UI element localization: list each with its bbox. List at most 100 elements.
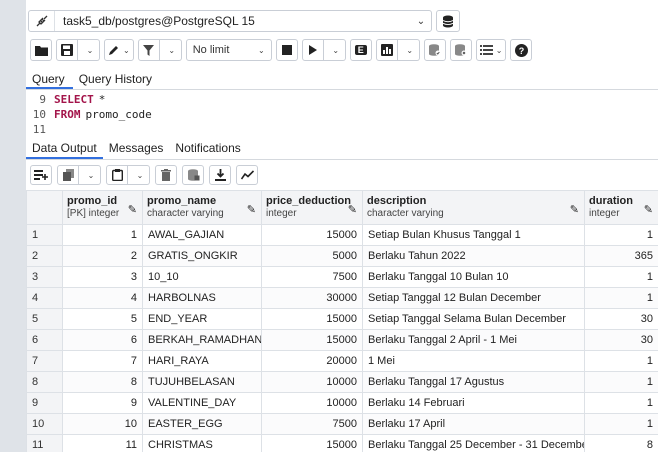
execute-dropdown-button[interactable]: ⌄ (323, 39, 346, 61)
table-row[interactable]: 3 3 10_10 7500 Berlaku Tanggal 10 Bulan 10 1 (26, 266, 658, 288)
table-row[interactable]: 4 4 HARBOLNAS 30000 Setiap Tanggal 12 Bulan … (26, 287, 658, 309)
row-number-cell[interactable]: 6 (26, 329, 63, 351)
promo-name-cell[interactable]: EASTER_EGG (142, 413, 262, 435)
column-header-price-deduction[interactable]: price_deduction integer ✎ (261, 190, 363, 225)
description-cell[interactable]: Setiap Tanggal 12 Bulan December (362, 287, 585, 309)
row-number-cell[interactable]: 2 (26, 245, 63, 267)
description-cell[interactable]: Berlaku Tahun 2022 (362, 245, 585, 267)
duration-cell[interactable]: 1 (584, 392, 658, 414)
price-deduction-cell[interactable]: 15000 (261, 329, 363, 351)
price-deduction-cell[interactable]: 7500 (261, 266, 363, 288)
tab-notifications[interactable]: Notifications (169, 136, 246, 159)
database-stack-icon[interactable] (436, 10, 460, 32)
row-number-cell[interactable]: 1 (26, 224, 63, 246)
promo-id-cell[interactable]: 3 (62, 266, 143, 288)
promo-name-cell[interactable]: VALENTINE_DAY (142, 392, 262, 414)
table-row[interactable]: 6 6 BERKAH_RAMADHAN 15000 Berlaku Tanggal 2 … (26, 329, 658, 351)
filter-button[interactable] (137, 39, 160, 61)
description-cell[interactable]: Setiap Bulan Khusus Tanggal 1 (362, 224, 585, 246)
description-cell[interactable]: Berlaku Tanggal 10 Bulan 10 (362, 266, 585, 288)
save-dropdown-button[interactable]: ⌄ (78, 39, 100, 61)
explain-button[interactable]: E (349, 39, 372, 61)
paste-button[interactable] (106, 165, 128, 185)
duration-cell[interactable]: 1 (584, 371, 658, 393)
row-number-cell[interactable]: 8 (26, 371, 63, 393)
table-row[interactable]: 2 2 GRATIS_ONGKIR 5000 Berlaku Tahun 2022 365 (26, 245, 658, 267)
graph-visualiser-button[interactable] (236, 165, 258, 185)
macros-button[interactable]: ⌄ (475, 39, 507, 61)
help-button[interactable]: ? (510, 39, 533, 61)
commit-button[interactable] (423, 39, 446, 61)
description-cell[interactable]: Berlaku 17 April (362, 413, 585, 435)
duration-cell[interactable]: 30 (584, 308, 658, 330)
sql-editor[interactable]: 9 SELECT * 10 FROM promo_code 11 (26, 92, 658, 134)
price-deduction-cell[interactable]: 7500 (261, 413, 363, 435)
table-row[interactable]: 9 9 VALENTINE_DAY 10000 Berlaku 14 Februari 1 (26, 392, 658, 414)
price-deduction-cell[interactable]: 15000 (261, 434, 363, 452)
table-row[interactable]: 8 8 TUJUHBELASAN 10000 Berlaku Tanggal 17 Ag… (26, 371, 658, 393)
rollback-button[interactable] (449, 39, 472, 61)
description-cell[interactable]: Berlaku 14 Februari (362, 392, 585, 414)
tab-data-output[interactable]: Data Output (26, 136, 103, 159)
promo-name-cell[interactable]: TUJUHBELASAN (142, 371, 262, 393)
open-folder-button[interactable] (30, 39, 52, 61)
promo-name-cell[interactable]: HARBOLNAS (142, 287, 262, 309)
description-cell[interactable]: 1 Mei (362, 350, 585, 372)
price-deduction-cell[interactable]: 10000 (261, 371, 363, 393)
promo-id-cell[interactable]: 1 (62, 224, 143, 246)
save-data-button[interactable] (182, 165, 204, 185)
promo-id-cell[interactable]: 9 (62, 392, 143, 414)
description-cell[interactable]: Berlaku Tanggal 2 April - 1 Mei (362, 329, 585, 351)
column-header-duration[interactable]: duration integer ✎ (584, 190, 658, 225)
price-deduction-cell[interactable]: 15000 (261, 308, 363, 330)
table-row[interactable]: 7 7 HARI_RAYA 20000 1 Mei 1 (26, 350, 658, 372)
promo-id-cell[interactable]: 11 (62, 434, 143, 452)
price-deduction-cell[interactable]: 15000 (261, 224, 363, 246)
duration-cell[interactable]: 30 (584, 329, 658, 351)
tab-query-history[interactable]: Query History (73, 68, 160, 89)
promo-id-cell[interactable]: 7 (62, 350, 143, 372)
promo-name-cell[interactable]: HARI_RAYA (142, 350, 262, 372)
row-number-header[interactable] (26, 190, 63, 225)
duration-cell[interactable]: 1 (584, 266, 658, 288)
filter-dropdown-button[interactable]: ⌄ (159, 39, 182, 61)
description-cell[interactable]: Berlaku Tanggal 17 Agustus (362, 371, 585, 393)
promo-name-cell[interactable]: AWAL_GAJIAN (142, 224, 262, 246)
column-header-promo-name[interactable]: promo_name character varying ✎ (142, 190, 262, 225)
row-number-cell[interactable]: 11 (26, 434, 63, 452)
duration-cell[interactable]: 1 (584, 413, 658, 435)
description-cell[interactable]: Setiap Tanggal Selama Bulan December (362, 308, 585, 330)
row-number-cell[interactable]: 7 (26, 350, 63, 372)
row-limit-select[interactable]: No limit ⌄ (185, 39, 272, 61)
promo-name-cell[interactable]: BERKAH_RAMADHAN (142, 329, 262, 351)
promo-id-cell[interactable]: 6 (62, 329, 143, 351)
promo-id-cell[interactable]: 8 (62, 371, 143, 393)
execute-button[interactable] (301, 39, 324, 61)
price-deduction-cell[interactable]: 20000 (261, 350, 363, 372)
connection-selector[interactable]: task5_db/postgres@PostgreSQL 15 ⌄ (28, 10, 432, 32)
row-number-cell[interactable]: 5 (26, 308, 63, 330)
table-row[interactable]: 10 10 EASTER_EGG 7500 Berlaku 17 April 1 (26, 413, 658, 435)
edit-pen-button[interactable]: ⌄ (104, 39, 134, 61)
download-button[interactable] (209, 165, 231, 185)
promo-name-cell[interactable]: GRATIS_ONGKIR (142, 245, 262, 267)
paste-dropdown-button[interactable]: ⌄ (128, 165, 150, 185)
row-number-cell[interactable]: 9 (26, 392, 63, 414)
promo-name-cell[interactable]: END_YEAR (142, 308, 262, 330)
promo-id-cell[interactable]: 10 (62, 413, 143, 435)
table-row[interactable]: 5 5 END_YEAR 15000 Setiap Tanggal Selama Bul… (26, 308, 658, 330)
explain-analyze-button[interactable] (375, 39, 398, 61)
tab-messages[interactable]: Messages (103, 136, 170, 159)
table-row[interactable]: 11 11 CHRISTMAS 15000 Berlaku Tanggal 25 Dec… (26, 434, 658, 452)
copy-dropdown-button[interactable]: ⌄ (79, 165, 101, 185)
tab-query[interactable]: Query (26, 68, 73, 89)
explain-dropdown-button[interactable]: ⌄ (397, 39, 420, 61)
promo-name-cell[interactable]: CHRISTMAS (142, 434, 262, 452)
price-deduction-cell[interactable]: 30000 (261, 287, 363, 309)
save-button[interactable] (56, 39, 78, 61)
row-number-cell[interactable]: 3 (26, 266, 63, 288)
table-row[interactable]: 1 1 AWAL_GAJIAN 15000 Setiap Bulan Khusus Ta… (26, 224, 658, 246)
row-number-cell[interactable]: 10 (26, 413, 63, 435)
copy-button[interactable] (57, 165, 79, 185)
duration-cell[interactable]: 1 (584, 350, 658, 372)
